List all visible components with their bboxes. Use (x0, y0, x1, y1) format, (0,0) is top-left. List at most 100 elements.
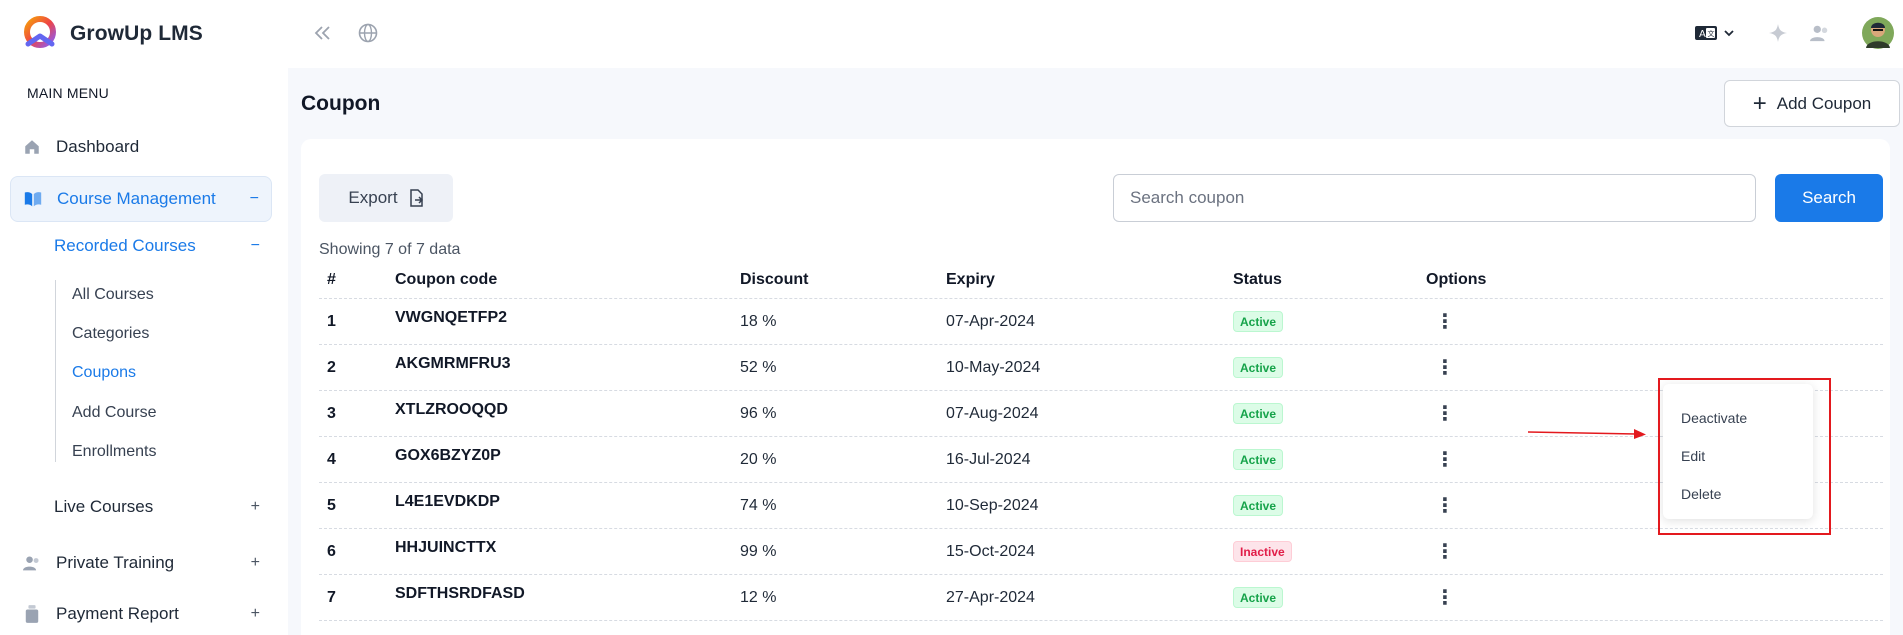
table-row: 5 L4E1EVDKDP 74 % 10-Sep-2024 Active ⋮ (319, 483, 1883, 529)
more-options-icon[interactable]: ⋮ (1435, 447, 1455, 471)
team-icon[interactable] (1807, 20, 1833, 46)
sidebar-item-live-courses[interactable]: Live Courses + (54, 491, 272, 523)
status-badge: Active (1233, 357, 1284, 378)
expiry-date: 10-May-2024 (946, 359, 1041, 376)
sidebar-item-categories[interactable]: Categories (72, 319, 149, 349)
export-button[interactable]: Export (319, 174, 453, 222)
expiry-date: 16-Jul-2024 (946, 451, 1031, 468)
column-header-options: Options (1426, 271, 1487, 288)
table-row: 1 VWGNQETFP2 18 % 07-Apr-2024 Active ⋮ (319, 299, 1883, 345)
sidebar-item-recorded-courses[interactable]: Recorded Courses − (54, 230, 272, 262)
table-row: 4 GOX6BZYZ0P 20 % 16-Jul-2024 Active ⋮ (319, 437, 1883, 483)
row-number: 3 (327, 405, 336, 422)
row-number: 2 (327, 359, 336, 376)
language-icon[interactable]: A文 (1693, 20, 1741, 46)
export-label: Export (348, 188, 398, 207)
tree-line (55, 280, 56, 462)
payment-icon (22, 604, 42, 624)
expiry-date: 10-Sep-2024 (946, 497, 1039, 514)
add-coupon-label: Add Coupon (1776, 93, 1872, 113)
table-row: 6 HHJUINCTTX 99 % 15-Oct-2024 Inactive ⋮ (319, 529, 1883, 575)
collapse-icon[interactable]: − (251, 237, 260, 255)
expand-icon[interactable]: + (251, 605, 260, 623)
status-badge: Active (1233, 403, 1284, 424)
sidebar-item-payment-report[interactable]: Payment Report + (10, 591, 272, 635)
search-input[interactable] (1113, 174, 1756, 222)
sidebar-item-course-management[interactable]: Course Management − (10, 176, 272, 222)
expiry-date: 27-Apr-2024 (946, 589, 1035, 606)
plus-icon: + (1752, 89, 1767, 117)
topbar: A文 (288, 0, 1903, 68)
collapse-sidebar-icon[interactable] (310, 20, 336, 46)
discount-value: 52 % (740, 359, 777, 376)
expiry-date: 15-Oct-2024 (946, 543, 1035, 560)
coupon-code: GOX6BZYZ0P (395, 447, 501, 464)
more-options-icon[interactable]: ⋮ (1435, 493, 1455, 517)
status-badge: Active (1233, 449, 1284, 470)
more-options-icon[interactable]: ⋮ (1435, 309, 1455, 333)
sidebar-item-all-courses[interactable]: All Courses (72, 280, 154, 310)
brand-name: GrowUp LMS (70, 22, 203, 45)
more-options-icon[interactable]: ⋮ (1435, 355, 1455, 379)
column-header-discount: Discount (740, 271, 809, 288)
users-icon (22, 553, 42, 573)
sidebar-item-add-course[interactable]: Add Course (72, 398, 157, 428)
status-badge: Active (1233, 495, 1284, 516)
discount-value: 74 % (740, 497, 777, 514)
sidebar-item-private-training[interactable]: Private Training + (10, 540, 272, 586)
brand[interactable]: GrowUp LMS (20, 14, 203, 54)
sparkle-icon[interactable] (1765, 20, 1791, 46)
more-options-icon[interactable]: ⋮ (1435, 401, 1455, 425)
discount-value: 96 % (740, 405, 777, 422)
column-header-num: # (327, 271, 336, 288)
globe-icon[interactable] (355, 20, 381, 46)
table-row: 7 SDFTHSRDFASD 12 % 27-Apr-2024 Active ⋮ (319, 575, 1883, 621)
expand-icon[interactable]: + (251, 554, 260, 572)
coupon-code: HHJUINCTTX (395, 539, 497, 556)
add-coupon-button[interactable]: + Add Coupon (1724, 80, 1900, 127)
sidebar-item-label: Dashboard (56, 137, 140, 156)
search-button[interactable]: Search (1775, 174, 1883, 222)
sidebar-item-dashboard[interactable]: Dashboard (10, 124, 272, 170)
column-header-expiry: Expiry (946, 271, 995, 288)
expiry-date: 07-Aug-2024 (946, 405, 1039, 422)
growup-logo-icon (24, 16, 56, 48)
sidebar-item-coupons[interactable]: Coupons (72, 358, 136, 388)
status-badge: Active (1233, 311, 1284, 332)
more-options-icon[interactable]: ⋮ (1435, 539, 1455, 563)
row-number: 5 (327, 497, 336, 514)
showing-count: Showing 7 of 7 data (319, 241, 461, 258)
main-content: Coupon + Add Coupon Export Search Showin… (288, 68, 1903, 635)
expiry-date: 07-Apr-2024 (946, 313, 1035, 330)
main-menu-title: MAIN MENU (27, 85, 109, 101)
collapse-icon[interactable]: − (250, 190, 259, 208)
table-row: 2 AKGMRMFRU3 52 % 10-May-2024 Active ⋮ (319, 345, 1883, 391)
sidebar-item-label: Private Training (56, 553, 175, 572)
table-header: # Coupon code Discount Expiry Status Opt… (319, 261, 1883, 299)
coupon-code: SDFTHSRDFASD (395, 585, 525, 602)
coupon-code: L4E1EVDKDP (395, 493, 500, 510)
column-header-status: Status (1233, 271, 1282, 288)
home-icon (22, 137, 42, 157)
avatar[interactable] (1861, 16, 1895, 50)
svg-text:A: A (1699, 29, 1706, 40)
row-number: 6 (327, 543, 336, 560)
more-options-icon[interactable]: ⋮ (1435, 585, 1455, 609)
column-header-code: Coupon code (395, 271, 498, 288)
export-icon (408, 189, 424, 207)
expand-icon[interactable]: + (251, 498, 260, 516)
page-title: Coupon (301, 92, 381, 115)
sidebar: GrowUp LMS MAIN MENU Dashboard Course Ma… (0, 0, 288, 635)
status-badge: Active (1233, 587, 1284, 608)
discount-value: 20 % (740, 451, 777, 468)
discount-value: 18 % (740, 313, 777, 330)
sidebar-item-label: Course Management (57, 189, 216, 208)
annotation-arrow-icon (1528, 429, 1646, 439)
discount-value: 99 % (740, 543, 777, 560)
sidebar-item-label: Payment Report (56, 604, 179, 623)
svg-text:文: 文 (1708, 29, 1715, 38)
sidebar-item-enrollments[interactable]: Enrollments (72, 437, 156, 467)
coupon-code: AKGMRMFRU3 (395, 355, 511, 372)
coupon-code: XTLZROOQQD (395, 401, 508, 418)
sidebar-item-label: Live Courses (54, 497, 154, 516)
